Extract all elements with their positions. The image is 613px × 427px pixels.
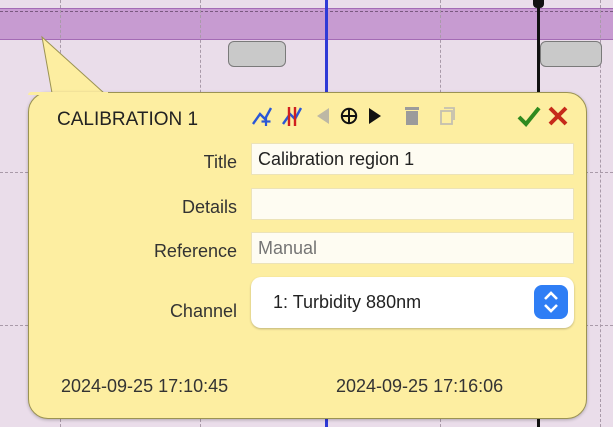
start-timestamp: 2024-09-25 17:10:45: [61, 376, 229, 396]
copy-icon[interactable]: [437, 102, 459, 130]
title-label: Title: [203, 152, 237, 172]
reference-label: Reference: [153, 241, 237, 261]
trash-icon[interactable]: [401, 102, 423, 130]
details-label: Details: [181, 197, 237, 217]
end-timestamp: 2024-09-25 17:16:06: [336, 376, 504, 396]
add-line-icon[interactable]: [249, 102, 275, 130]
select-arrows-icon[interactable]: [534, 285, 568, 319]
popup-title: CALIBRATION 1: [57, 109, 199, 130]
next-icon[interactable]: [364, 102, 386, 130]
black-cursor-handle[interactable]: [533, 0, 544, 8]
region-top-line: [0, 11, 613, 12]
region-left-handle[interactable]: [228, 41, 286, 67]
title-input[interactable]: [251, 143, 574, 175]
popup-pointer: [41, 35, 106, 94]
channel-label: Channel: [169, 301, 237, 321]
previous-icon[interactable]: [312, 102, 334, 130]
channel-select-value: 1: Turbidity 880nm: [273, 292, 422, 312]
remove-line-icon[interactable]: [279, 102, 305, 130]
region-right-handle[interactable]: [540, 41, 602, 67]
details-input[interactable]: [251, 188, 574, 220]
close-icon[interactable]: [545, 102, 571, 130]
check-icon[interactable]: [516, 102, 542, 130]
reference-input[interactable]: [251, 232, 574, 264]
channel-select[interactable]: 1: Turbidity 880nm: [251, 277, 574, 328]
crosshair-icon[interactable]: [337, 102, 361, 130]
calibration-popup: CALIBRATION 1 Title Calibration region 1…: [28, 92, 587, 419]
